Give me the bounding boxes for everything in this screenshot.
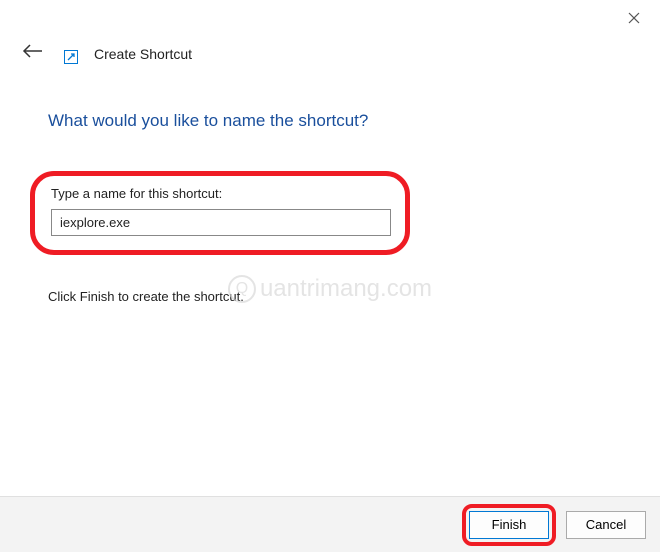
close-button[interactable] (626, 10, 642, 26)
shortcut-name-input[interactable] (51, 209, 391, 236)
highlight-annotation-finish: Finish (462, 504, 556, 546)
main-content: What would you like to name the shortcut… (0, 69, 660, 304)
button-bar: Finish Cancel (0, 496, 660, 552)
instruction-text: Click Finish to create the shortcut. (48, 289, 612, 304)
back-arrow-icon[interactable] (18, 38, 48, 69)
page-heading: What would you like to name the shortcut… (48, 111, 612, 131)
wizard-title: Create Shortcut (94, 46, 192, 62)
highlight-annotation-input: Type a name for this shortcut: (30, 171, 410, 255)
finish-button[interactable]: Finish (469, 511, 549, 539)
cancel-button[interactable]: Cancel (566, 511, 646, 539)
shortcut-name-label: Type a name for this shortcut: (43, 186, 387, 201)
shortcut-icon (64, 50, 78, 64)
wizard-header: Create Shortcut (0, 0, 660, 69)
